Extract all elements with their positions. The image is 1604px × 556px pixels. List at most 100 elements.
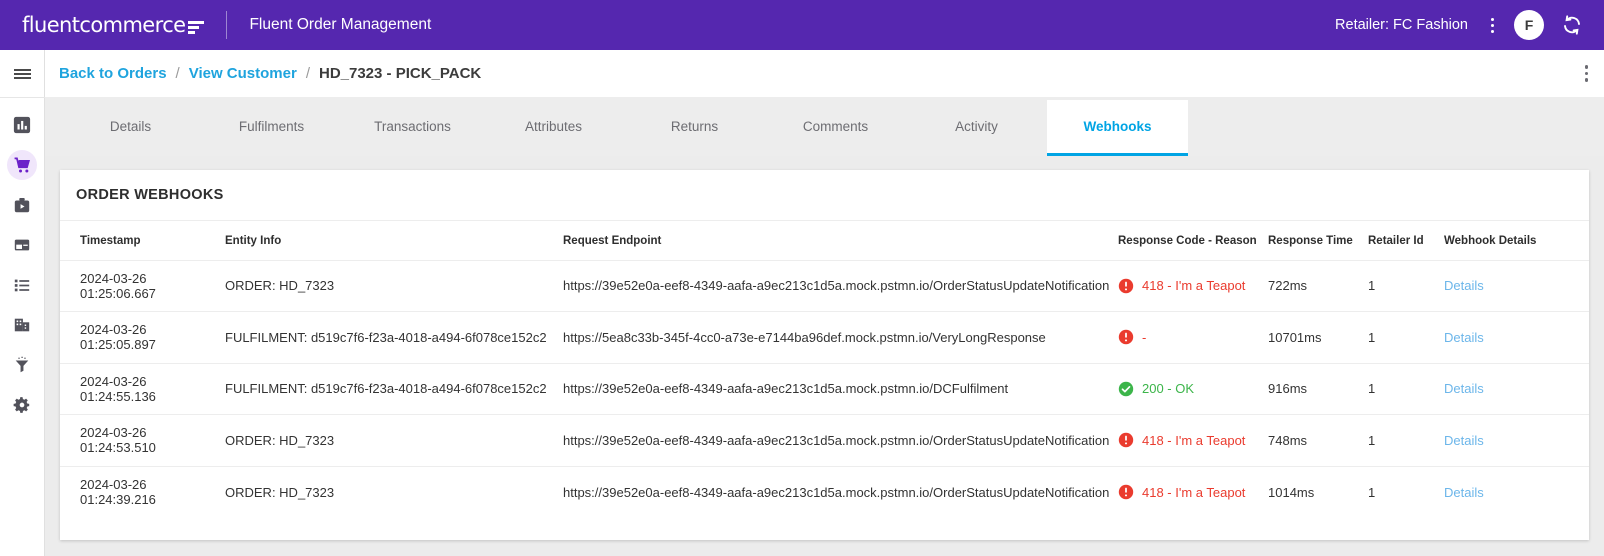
rail-item-list bbox=[0, 98, 44, 420]
breadcrumb-separator-2: / bbox=[306, 65, 310, 82]
breadcrumb: Back to Orders / View Customer / HD_7323… bbox=[59, 65, 481, 82]
column-header-timestamp: Timestamp bbox=[60, 221, 225, 260]
status-badge: 418 - I'm a Teapot bbox=[1118, 278, 1262, 294]
cell-entity-info: ORDER: HD_7323 bbox=[225, 415, 563, 467]
funnel-icon bbox=[13, 356, 31, 374]
list-icon bbox=[13, 276, 31, 294]
cell-timestamp: 2024-03-26 01:24:53.510 bbox=[60, 415, 225, 467]
bars-logo-icon bbox=[188, 21, 204, 36]
table-row: 2024-03-26 01:24:53.510ORDER: HD_7323htt… bbox=[60, 415, 1589, 467]
status-label: 418 - I'm a Teapot bbox=[1142, 278, 1245, 293]
cell-webhook-details: Details bbox=[1444, 312, 1589, 364]
cell-timestamp: 2024-03-26 01:24:39.216 bbox=[60, 466, 225, 518]
table-header-row: Timestamp Entity Info Request Endpoint R… bbox=[60, 221, 1589, 260]
cell-request-endpoint: https://39e52e0a-eef8-4349-aafa-a9ec213c… bbox=[563, 363, 1118, 415]
cell-response-code: 200 - OK bbox=[1118, 363, 1268, 415]
cell-request-endpoint: https://39e52e0a-eef8-4349-aafa-a9ec213c… bbox=[563, 466, 1118, 518]
column-header-webhook-details: Webhook Details bbox=[1444, 221, 1589, 260]
table-row: 2024-03-26 01:24:55.136FULFILMENT: d519c… bbox=[60, 363, 1589, 415]
details-link[interactable]: Details bbox=[1444, 278, 1484, 293]
app-header: fluentcommerce Fluent Order Management R… bbox=[0, 0, 1604, 50]
cell-timestamp: 2024-03-26 01:25:05.897 bbox=[60, 312, 225, 364]
column-header-entity-info: Entity Info bbox=[225, 221, 563, 260]
tab-label: Attributes bbox=[525, 119, 582, 134]
sidebar-item-inventory[interactable] bbox=[7, 190, 37, 220]
kebab-menu-icon[interactable] bbox=[1482, 18, 1502, 33]
error-status-icon bbox=[1118, 329, 1134, 345]
cell-entity-info: FULFILMENT: d519c7f6-f23a-4018-a494-6f07… bbox=[225, 363, 563, 415]
details-link[interactable]: Details bbox=[1444, 485, 1484, 500]
sidebar-item-list[interactable] bbox=[7, 270, 37, 300]
cell-request-endpoint: https://39e52e0a-eef8-4349-aafa-a9ec213c… bbox=[563, 260, 1118, 312]
brand-logo-text: fluentcommerce bbox=[22, 13, 185, 37]
header-divider bbox=[226, 11, 227, 39]
tab-attributes[interactable]: Attributes bbox=[483, 100, 624, 156]
tab-activity[interactable]: Activity bbox=[906, 100, 1047, 156]
webhooks-table: Timestamp Entity Info Request Endpoint R… bbox=[60, 221, 1589, 518]
cell-response-code: 418 - I'm a Teapot bbox=[1118, 415, 1268, 467]
cell-entity-info: FULFILMENT: d519c7f6-f23a-4018-a494-6f07… bbox=[225, 312, 563, 364]
cell-response-code: 418 - I'm a Teapot bbox=[1118, 466, 1268, 518]
tab-details[interactable]: Details bbox=[60, 100, 201, 156]
page-kebab-menu-icon[interactable] bbox=[1585, 65, 1589, 82]
sidebar-item-orders[interactable] bbox=[7, 150, 37, 180]
tab-transactions[interactable]: Transactions bbox=[342, 100, 483, 156]
error-status-icon bbox=[1118, 432, 1134, 448]
status-badge: - bbox=[1118, 329, 1262, 345]
cell-response-time: 722ms bbox=[1268, 260, 1368, 312]
breadcrumb-back-to-orders[interactable]: Back to Orders bbox=[59, 65, 167, 82]
cell-webhook-details: Details bbox=[1444, 466, 1589, 518]
success-status-icon bbox=[1118, 381, 1134, 397]
brand-logo[interactable]: fluentcommerce bbox=[22, 13, 204, 37]
tab-label: Details bbox=[110, 119, 151, 134]
table-row: 2024-03-26 01:25:05.897FULFILMENT: d519c… bbox=[60, 312, 1589, 364]
status-label: - bbox=[1142, 330, 1146, 345]
status-label: 200 - OK bbox=[1142, 381, 1194, 396]
status-label: 418 - I'm a Teapot bbox=[1142, 433, 1245, 448]
tab-label: Transactions bbox=[374, 119, 451, 134]
cell-response-code: - bbox=[1118, 312, 1268, 364]
cell-retailer-id: 1 bbox=[1368, 466, 1444, 518]
tab-bar: Details Fulfilments Transactions Attributes… bbox=[45, 98, 1604, 156]
app-title: Fluent Order Management bbox=[249, 16, 431, 34]
breadcrumb-view-customer[interactable]: View Customer bbox=[189, 65, 297, 82]
sidebar-item-layout[interactable] bbox=[7, 230, 37, 260]
cell-retailer-id: 1 bbox=[1368, 312, 1444, 364]
shopping-cart-icon bbox=[13, 156, 32, 175]
sidebar-item-dashboard[interactable] bbox=[7, 110, 37, 140]
column-header-response-time: Response Time bbox=[1268, 221, 1368, 260]
cell-timestamp: 2024-03-26 01:24:55.136 bbox=[60, 363, 225, 415]
tab-returns[interactable]: Returns bbox=[624, 100, 765, 156]
status-badge: 418 - I'm a Teapot bbox=[1118, 432, 1262, 448]
cell-entity-info: ORDER: HD_7323 bbox=[225, 466, 563, 518]
tab-comments[interactable]: Comments bbox=[765, 100, 906, 156]
hamburger-menu-icon[interactable] bbox=[0, 50, 45, 98]
sidebar-item-locations[interactable] bbox=[7, 310, 37, 340]
sync-refresh-icon[interactable] bbox=[1560, 13, 1584, 37]
details-link[interactable]: Details bbox=[1444, 330, 1484, 345]
avatar[interactable]: F bbox=[1514, 10, 1544, 40]
page-title: HD_7323 - PICK_PACK bbox=[319, 65, 481, 82]
tab-fulfilments[interactable]: Fulfilments bbox=[201, 100, 342, 156]
card-title: ORDER WEBHOOKS bbox=[60, 170, 1589, 221]
building-icon bbox=[13, 316, 31, 334]
cell-retailer-id: 1 bbox=[1368, 415, 1444, 467]
table-row: 2024-03-26 01:25:06.667ORDER: HD_7323htt… bbox=[60, 260, 1589, 312]
sidebar-item-rules[interactable] bbox=[7, 350, 37, 380]
details-link[interactable]: Details bbox=[1444, 381, 1484, 396]
details-link[interactable]: Details bbox=[1444, 433, 1484, 448]
tab-label: Fulfilments bbox=[239, 119, 304, 134]
cell-timestamp: 2024-03-26 01:25:06.667 bbox=[60, 260, 225, 312]
cell-response-time: 916ms bbox=[1268, 363, 1368, 415]
sidebar-item-settings[interactable] bbox=[7, 390, 37, 420]
breadcrumb-bar: Back to Orders / View Customer / HD_7323… bbox=[45, 50, 1604, 98]
card-layout-icon bbox=[13, 236, 31, 254]
tab-label: Activity bbox=[955, 119, 998, 134]
tab-webhooks[interactable]: Webhooks bbox=[1047, 100, 1188, 156]
table-body: 2024-03-26 01:25:06.667ORDER: HD_7323htt… bbox=[60, 260, 1589, 518]
cell-entity-info: ORDER: HD_7323 bbox=[225, 260, 563, 312]
tab-label: Comments bbox=[803, 119, 868, 134]
breadcrumb-separator-1: / bbox=[176, 65, 180, 82]
column-header-retailer-id: Retailer Id bbox=[1368, 221, 1444, 260]
order-webhooks-card: ORDER WEBHOOKS Timestamp Entity Info Req… bbox=[60, 170, 1589, 540]
